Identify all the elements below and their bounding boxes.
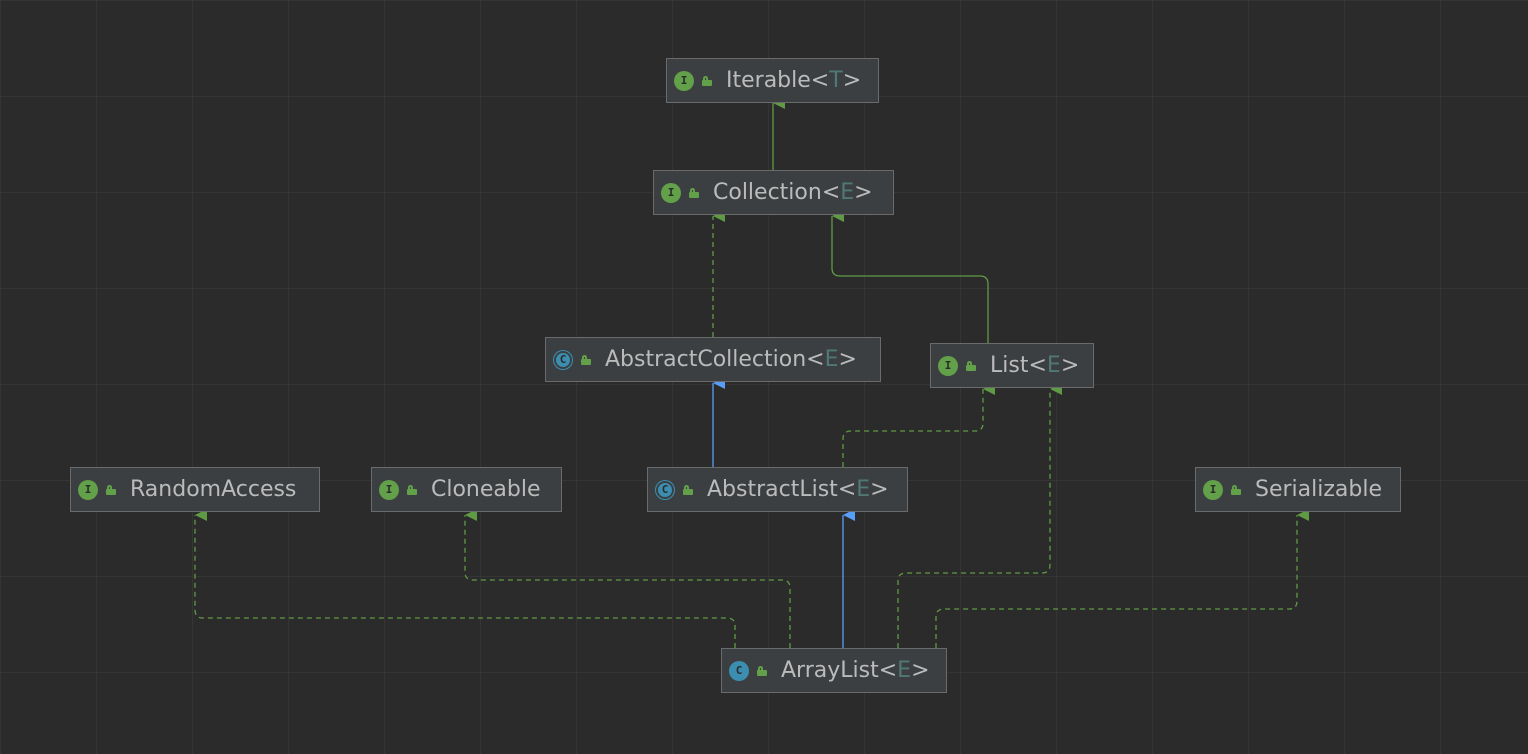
- node-name: RandomAccess: [130, 477, 297, 502]
- node-name: Serializable: [1255, 477, 1383, 502]
- node-iterable[interactable]: I Iterable < T >: [666, 58, 879, 103]
- node-random-access[interactable]: I RandomAccess: [70, 467, 320, 512]
- public-lock-icon: [581, 354, 591, 365]
- abstract-class-icon: C: [553, 349, 573, 370]
- node-list[interactable]: I List < E >: [930, 343, 1094, 388]
- public-lock-icon: [1231, 484, 1241, 495]
- public-lock-icon: [966, 360, 976, 371]
- node-name: AbstractList: [707, 477, 838, 502]
- type-param: E: [824, 347, 839, 372]
- type-param: T: [829, 68, 843, 93]
- type-open: <: [810, 68, 830, 93]
- node-cloneable[interactable]: I Cloneable: [371, 467, 562, 512]
- type-open: <: [878, 658, 898, 683]
- class-icon: C: [729, 660, 749, 681]
- node-name: List: [990, 353, 1029, 378]
- interface-icon: I: [379, 479, 399, 500]
- edge-abstractlist-list: [842, 383, 995, 467]
- node-name: Collection: [713, 180, 822, 205]
- uml-class-diagram: I Iterable < T > I Collection < E > C Abstract…: [0, 0, 1528, 754]
- public-lock-icon: [106, 484, 116, 495]
- type-close: >: [870, 477, 889, 502]
- type-open: <: [821, 180, 841, 205]
- node-serializable[interactable]: I Serializable: [1195, 467, 1401, 512]
- public-lock-icon: [702, 75, 712, 86]
- public-lock-icon: [689, 187, 699, 198]
- type-param: E: [1046, 353, 1061, 378]
- interface-icon: I: [1203, 479, 1223, 500]
- interface-icon: I: [674, 70, 694, 91]
- abstract-class-icon: C: [655, 479, 675, 500]
- type-open: <: [837, 477, 857, 502]
- node-name: Cloneable: [431, 477, 541, 502]
- node-name: AbstractCollection: [605, 347, 807, 372]
- interface-icon: I: [661, 182, 681, 203]
- type-close: >: [842, 68, 862, 93]
- edge-list-collection: [831, 210, 989, 343]
- node-name: Iterable: [726, 68, 811, 93]
- node-array-list[interactable]: C ArrayList < E >: [721, 648, 947, 693]
- public-lock-icon: [683, 484, 693, 495]
- type-open: <: [1028, 353, 1047, 378]
- edge-arraylist-serializable: [935, 509, 1309, 648]
- public-lock-icon: [407, 484, 417, 495]
- type-param: E: [840, 180, 855, 205]
- public-lock-icon: [757, 665, 767, 676]
- type-param: E: [897, 658, 912, 683]
- type-open: <: [806, 347, 825, 372]
- type-close: >: [1060, 353, 1080, 378]
- interface-icon: I: [938, 355, 958, 376]
- type-param: E: [856, 477, 871, 502]
- edge-arraylist-randomaccess: [194, 509, 736, 648]
- node-name: ArrayList: [781, 658, 879, 683]
- node-collection[interactable]: I Collection < E >: [653, 170, 894, 215]
- node-abstract-collection[interactable]: C AbstractCollection < E >: [545, 337, 881, 382]
- type-close: >: [838, 347, 857, 372]
- interface-icon: I: [78, 479, 98, 500]
- type-close: >: [911, 658, 930, 683]
- type-close: >: [854, 180, 873, 205]
- edge-arraylist-cloneable: [464, 509, 791, 648]
- node-abstract-list[interactable]: C AbstractList < E >: [647, 467, 908, 512]
